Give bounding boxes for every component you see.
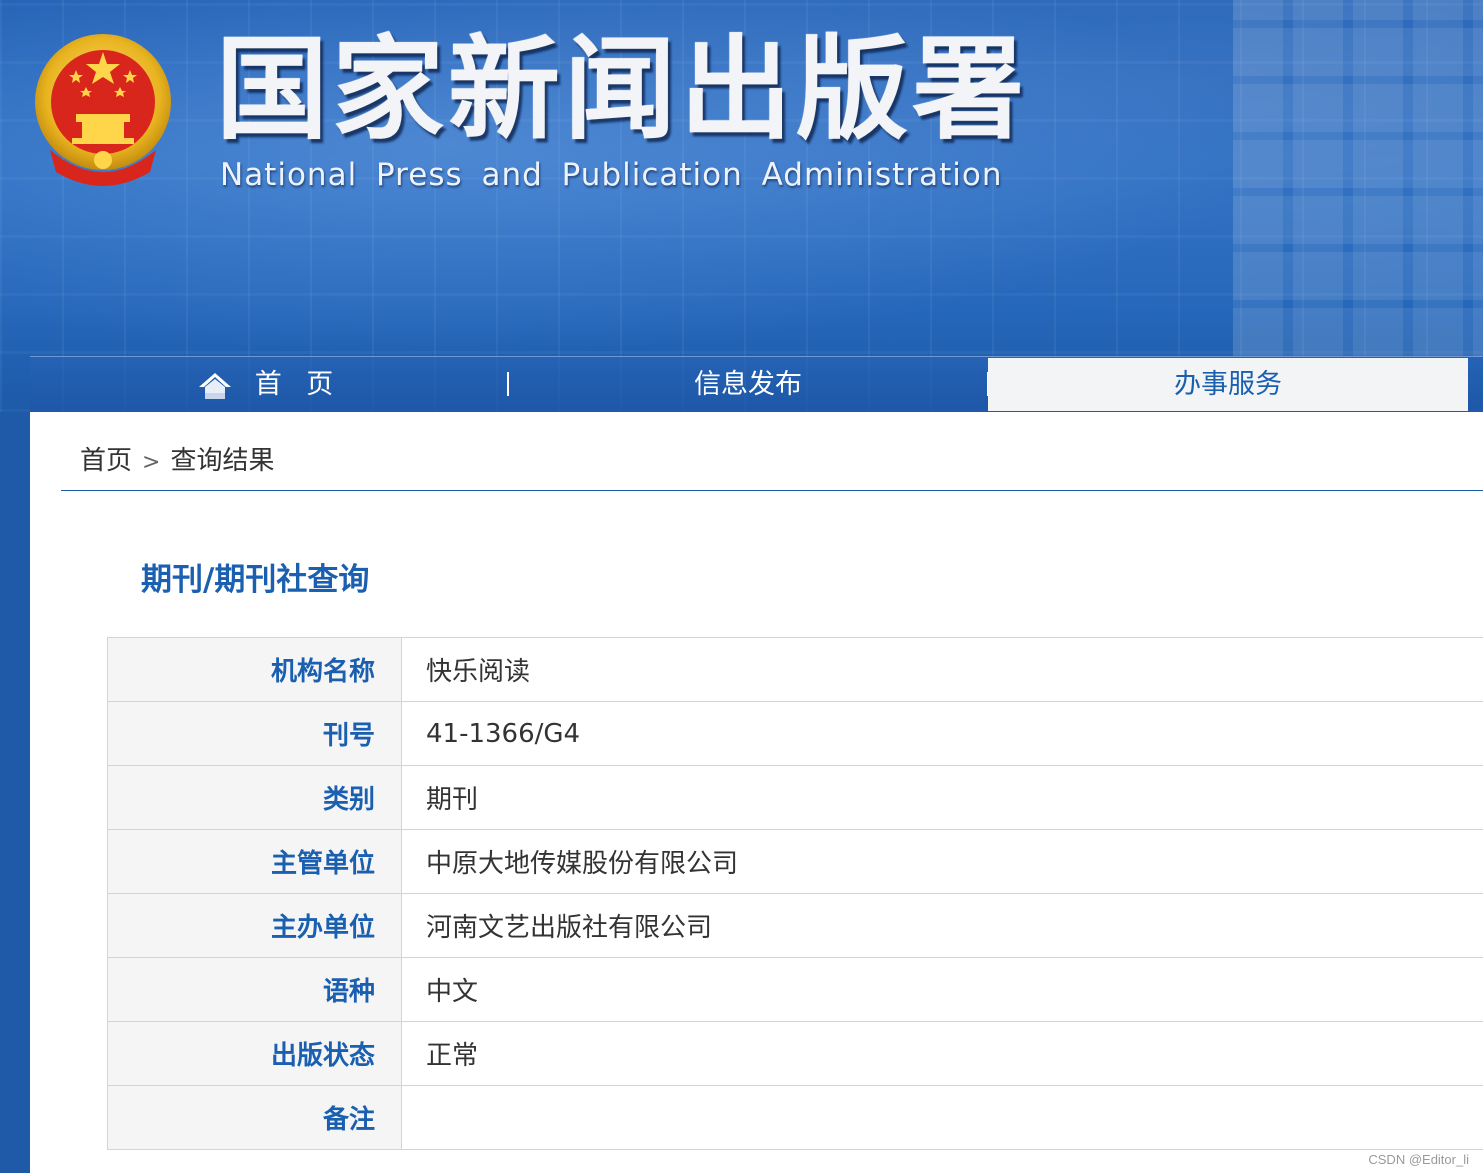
field-label: 出版状态 [107, 1021, 402, 1086]
breadcrumb-divider [61, 490, 1483, 491]
table-row: 机构名称 快乐阅读 [107, 637, 1483, 702]
field-label: 刊号 [107, 701, 402, 766]
field-value: 河南文艺出版社有限公司 [401, 893, 1483, 958]
site-title: 国家新闻出版署 [216, 25, 1028, 155]
field-label: 语种 [107, 957, 402, 1022]
field-value: 41-1366/G4 [401, 701, 1483, 766]
table-row: 主办单位 河南文艺出版社有限公司 [107, 893, 1483, 958]
header-banner: 国家新闻出版署 National Press and Publication A… [0, 0, 1483, 412]
home-icon [198, 372, 231, 399]
nav-home-label: 首 页 [254, 369, 342, 400]
page-title: 期刊/期刊社查询 [141, 562, 370, 598]
table-row: 备注 [107, 1085, 1483, 1150]
field-label: 主管单位 [107, 829, 402, 894]
field-value: 快乐阅读 [401, 637, 1483, 702]
field-value: 中原大地传媒股份有限公司 [401, 829, 1483, 894]
breadcrumb: 首页 > 查询结果 [80, 440, 274, 477]
main-nav: 首 页 信息发布 办事服务 [30, 356, 1483, 413]
field-label: 主办单位 [107, 893, 402, 958]
table-row: 出版状态 正常 [107, 1021, 1483, 1086]
nav-item-services[interactable]: 办事服务 [988, 358, 1468, 411]
breadcrumb-home-link[interactable]: 首页 [80, 446, 132, 476]
field-label: 备注 [107, 1085, 402, 1150]
field-label: 类别 [107, 765, 402, 830]
table-row: 语种 中文 [107, 957, 1483, 1022]
field-value: 正常 [401, 1021, 1483, 1086]
table-row: 类别 期刊 [107, 765, 1483, 830]
field-value: 中文 [401, 957, 1483, 1022]
nav-item-info-publish[interactable]: 信息发布 [508, 357, 988, 413]
seal-pattern [1233, 0, 1483, 356]
nav-item-home[interactable]: 首 页 [30, 357, 508, 413]
national-emblem-icon [35, 34, 171, 186]
table-row: 刊号 41-1366/G4 [107, 701, 1483, 766]
field-value: 期刊 [401, 765, 1483, 830]
table-row: 主管单位 中原大地传媒股份有限公司 [107, 829, 1483, 894]
breadcrumb-current: 查询结果 [170, 446, 275, 476]
field-label: 机构名称 [107, 637, 402, 702]
content-panel: 首页 > 查询结果 期刊/期刊社查询 机构名称 快乐阅读 刊号 41-1366/G4… [30, 412, 1483, 1173]
site-subtitle: National Press and Publication Administr… [220, 157, 1003, 193]
field-value [401, 1085, 1483, 1150]
breadcrumb-separator: > [142, 450, 161, 475]
watermark-text: CSDN @Editor_li [1368, 1152, 1469, 1167]
result-table: 机构名称 快乐阅读 刊号 41-1366/G4 类别 期刊 主管单位 中原大地传… [107, 637, 1483, 1150]
